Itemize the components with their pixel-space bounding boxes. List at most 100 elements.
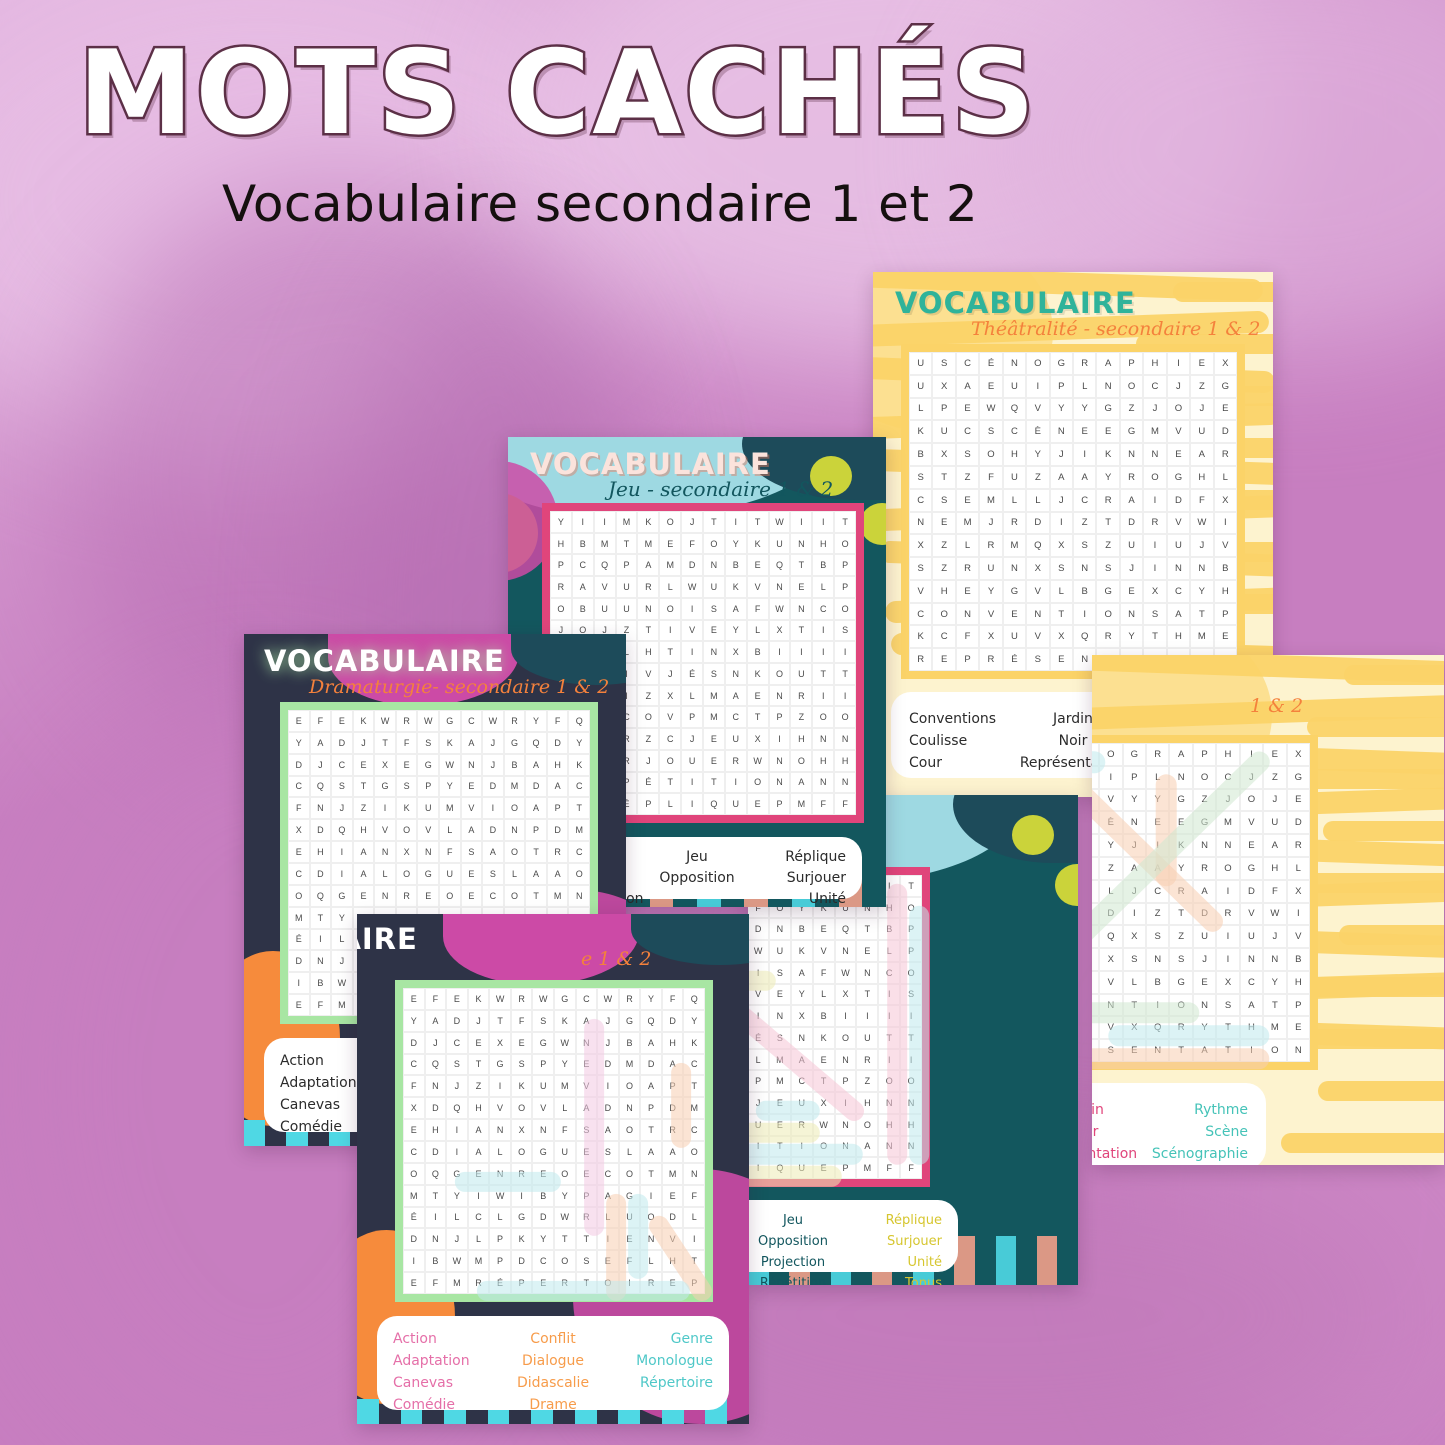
grid-cell: I [748,1157,769,1179]
grid-cell: L [331,928,353,951]
grid-cell: B [309,972,332,995]
grid-cell: E [403,988,425,1010]
grid-cell: P [1213,602,1237,626]
grid-cell: L [374,863,396,885]
grid-cell: Z [1263,765,1287,789]
grid-cell: K [637,511,660,533]
grid-cell: N [724,662,747,685]
grid-cell: R [467,1272,490,1294]
grid-cell: O [395,819,418,842]
grid-cell: T [1216,1016,1240,1040]
grid-cell: E [1092,993,1100,1017]
grid-cell: I [856,1005,879,1027]
grid-cell: D [748,918,769,941]
grid-cell: G [503,731,526,754]
grid-cell: A [352,841,375,863]
word-item: Conventions [909,711,997,727]
grid-cell: Q [1099,925,1123,949]
grid-cell: I [812,619,835,642]
grid-cell: Y [438,775,461,798]
grid-cell: S [510,1053,533,1076]
grid-cell: R [979,648,1003,671]
grid-cell: D [681,554,703,577]
grid-cell: È [1099,811,1123,835]
grid-cell: G [374,775,396,798]
grid-cell: E [856,940,879,962]
grid-cell: E [532,1162,554,1185]
word-item: Surjouer [786,870,846,886]
grid-cell: W [597,988,619,1010]
grid-cell: R [618,988,641,1010]
grid-cell: P [525,819,547,842]
grid-cell: C [575,988,598,1010]
word-item: Noir [1092,1124,1099,1140]
grid-cell: Q [1026,534,1050,558]
grid-cell: V [1099,970,1123,994]
grid-cell: W [331,972,353,995]
grid-cell: L [1049,579,1073,603]
grid-cell: T [812,662,835,685]
grid-cell: N [834,1048,857,1071]
grid-cell: J [681,511,703,533]
grid-cell: A [790,1048,813,1071]
card-dramaturgie-solution[interactable]: VOCABULAIREe 1 & 2EFEKWRWGCWRYFQYADJTFSK… [357,914,749,1424]
grid-cell: T [659,771,682,794]
grid-cell: T [374,731,396,754]
card-theatralite-solution[interactable]: VOCABULAIRE1 & 2USCÉNOGRAPHIEXUXAEUIPLNO… [1092,655,1444,1165]
word-column: Jeu Opposition Projection Répétition [748,1210,843,1285]
grid-cell: C [403,1053,425,1076]
grid-cell: O [597,1272,619,1294]
grid-cell: U [909,374,933,398]
grid-cell: E [955,397,980,421]
grid-cell: Y [1169,856,1193,880]
grid-cell: A [467,1119,490,1141]
grid-cell: R [510,988,533,1010]
grid-cell: Q [525,731,547,754]
grid-cell: E [1213,397,1237,421]
grid-cell: J [1239,765,1264,789]
grid-cell: I [597,1228,619,1251]
grid-cell: F [683,1184,705,1207]
grid-cell: I [768,641,791,663]
grid-cell: L [1092,879,1100,903]
grid-cell: U [1002,465,1027,489]
grid-cell: I [446,1119,468,1141]
grid-cell: N [1263,948,1287,971]
grid-cell: Y [553,1184,576,1207]
grid-cell: T [525,884,547,907]
grid-cell: A [1192,879,1217,903]
grid-cell: C [790,1070,813,1093]
grid-cell: N [812,771,835,794]
grid-cell: J [748,1092,769,1114]
grid-cell: N [769,918,791,941]
grid-cell: T [878,1026,901,1049]
grid-cell: V [489,1097,511,1120]
grid-cell: T [1216,1039,1240,1062]
grid-cell: G [489,1053,511,1076]
grid-cell: V [637,662,660,685]
grid-cell: K [909,625,933,649]
grid-cell: U [1092,765,1100,789]
grid-cell: Q [446,1097,468,1120]
grid-cell: P [575,1184,598,1207]
grid-cell: L [909,397,933,421]
grid-cell: D [1192,902,1217,926]
grid-cell: J [1143,397,1167,421]
grid-cell: Y [1122,788,1146,812]
grid-cell: F [681,532,703,555]
grid-cell: I [834,684,856,707]
grid-cell: O [790,749,813,772]
grid-cell: I [681,597,703,620]
grid-cell: U [553,1141,576,1163]
grid-cell: T [834,511,856,533]
grid-cell: R [1169,1016,1193,1040]
grid-cell: O [900,1070,922,1093]
grid-cell: X [1213,488,1237,512]
grid-cell: O [812,706,835,729]
grid-cell: C [1002,420,1027,444]
grid-cell: C [909,488,933,512]
grid-cell: U [1166,534,1191,558]
word-item: Canevas [393,1375,453,1391]
grid-cell: J [1049,488,1073,512]
grid-cell: R [1192,856,1217,880]
